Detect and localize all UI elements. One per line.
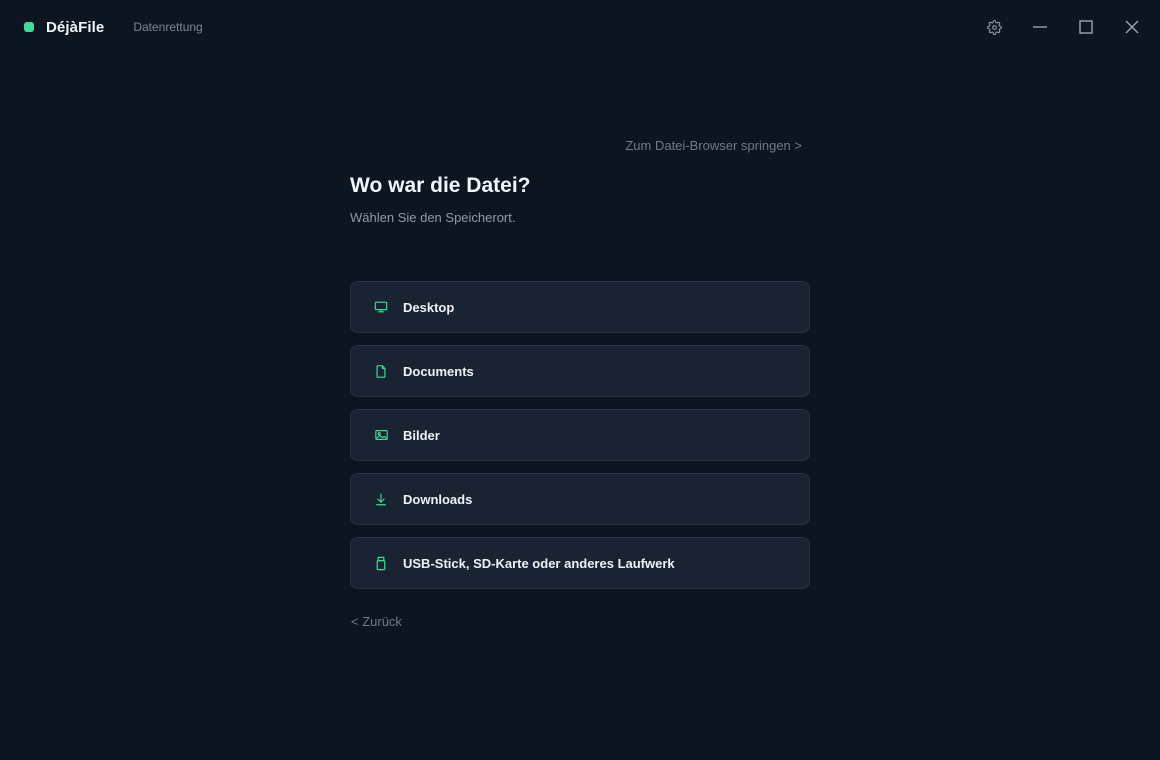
location-label: Desktop <box>403 299 455 315</box>
close-button[interactable] <box>1118 13 1146 41</box>
close-icon <box>1125 20 1139 34</box>
page-title: Wo war die Datei? <box>350 174 531 197</box>
location-label: Bilder <box>403 427 440 443</box>
document-icon <box>373 363 389 379</box>
location-removable-drive-button[interactable]: USB-Stick, SD-Karte oder anderes Laufwer… <box>350 537 810 589</box>
location-pictures-button[interactable]: Bilder <box>350 409 810 461</box>
logo-icon <box>24 22 34 32</box>
window-controls <box>962 13 1146 41</box>
back-link[interactable]: < Zurück <box>351 614 402 629</box>
maximize-button[interactable] <box>1072 13 1100 41</box>
location-desktop-button[interactable]: Desktop <box>350 281 810 333</box>
monitor-icon <box>373 299 389 315</box>
usb-drive-icon <box>373 555 389 571</box>
gear-icon <box>986 19 1002 35</box>
location-label: Downloads <box>403 491 473 507</box>
app-window: DéjàFile Datenrettung Zum Datei-Browser … <box>0 0 1160 760</box>
file-browser-link[interactable]: Zum Datei-Browser springen > <box>625 138 802 153</box>
page-subtitle: Wählen Sie den Speicherort. <box>350 210 516 225</box>
app-name: DéjàFile <box>46 18 105 36</box>
minimize-icon <box>1033 26 1047 28</box>
download-icon <box>373 491 389 507</box>
location-downloads-button[interactable]: Downloads <box>350 473 810 525</box>
minimize-button[interactable] <box>1026 13 1054 41</box>
brand: DéjàFile Datenrettung <box>24 16 203 38</box>
location-list: Desktop Documents Bilder Downloads USB-S… <box>350 281 810 601</box>
location-documents-button[interactable]: Documents <box>350 345 810 397</box>
location-label: USB-Stick, SD-Karte oder anderes Laufwer… <box>403 555 675 571</box>
title-bar: DéjàFile Datenrettung <box>0 0 1160 54</box>
image-icon <box>373 427 389 443</box>
settings-button[interactable] <box>980 13 1008 41</box>
maximize-icon <box>1079 20 1093 34</box>
section-label: Datenrettung <box>133 20 203 34</box>
location-label: Documents <box>403 363 474 379</box>
